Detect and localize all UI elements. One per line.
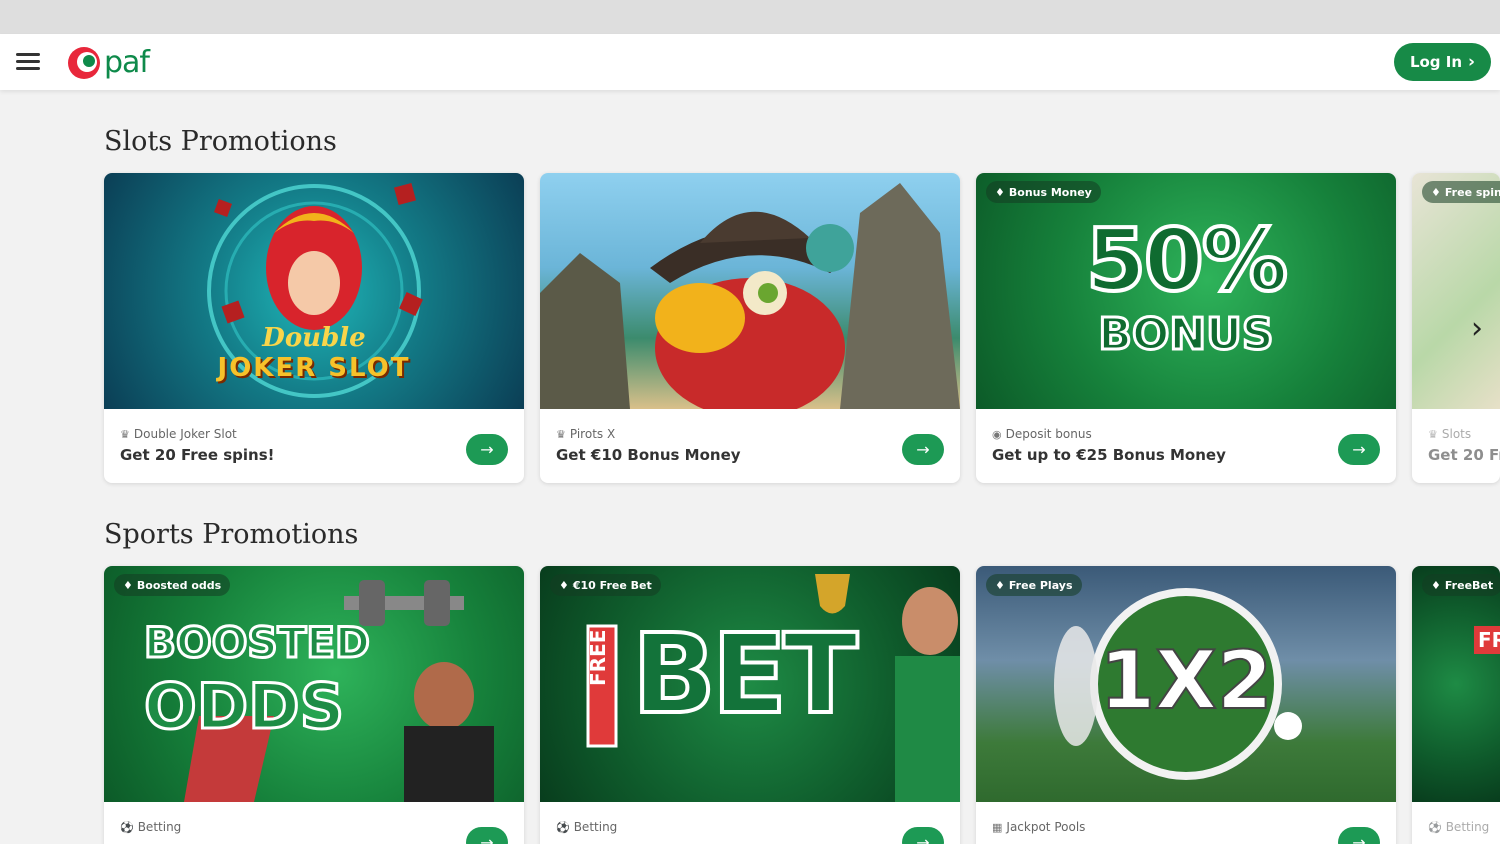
- ball-icon: ⚽: [1428, 820, 1442, 834]
- trophy-icon: ♦: [1431, 185, 1441, 199]
- ball-icon: ⚽: [556, 820, 570, 834]
- image-text-line1: Double: [262, 323, 366, 353]
- promo-image: Double JOKER SLOT: [104, 173, 524, 409]
- promo-card-freebet-partial[interactable]: ♦FreeBet FRE ⚽Betting: [1412, 566, 1500, 844]
- paf-logo-icon: [68, 47, 100, 79]
- image-text-line2: BET: [630, 608, 860, 740]
- section-title-slots: Slots Promotions: [104, 126, 337, 157]
- card-category: Deposit bonus: [1005, 427, 1092, 441]
- image-text-line2: JOKER SLOT: [217, 353, 411, 383]
- chevron-right-icon: ›: [1468, 52, 1476, 72]
- logo-text: paf: [104, 44, 150, 80]
- arrow-right-icon[interactable]: →: [1338, 827, 1380, 844]
- image-text-line1: 1X2: [1098, 633, 1273, 728]
- card-title: Get up to €25 Bonus Money: [992, 446, 1226, 464]
- promo-card-double-joker[interactable]: Double JOKER SLOT ♛ Double Joker Slot Get…: [104, 173, 524, 483]
- promo-image: ♦FreeBet FRE: [1412, 566, 1500, 802]
- promo-card-deposit-bonus[interactable]: ♦ Bonus Money 50% BONUS ◉ Deposit bonus Ge…: [976, 173, 1396, 483]
- card-title: Get 20 Fre: [1428, 446, 1500, 464]
- promo-image: ♦ Bonus Money 50% BONUS: [976, 173, 1396, 409]
- pools-icon: ▦: [992, 820, 1003, 834]
- card-category: Betting: [137, 820, 182, 834]
- image-text-line2: BONUS: [1097, 308, 1275, 362]
- site-header: paf Log In ›: [0, 34, 1500, 90]
- promo-card-jackpot-pools[interactable]: ♦ Free Plays 1X2 ▦ Jackpot Pools →: [976, 566, 1396, 844]
- slot-icon: ♛: [120, 427, 130, 441]
- promo-card-free-bet[interactable]: ♦ €10 Free Bet FREE BET ⚽ Betting →: [540, 566, 960, 844]
- promo-image: [540, 173, 960, 409]
- arrow-right-icon[interactable]: →: [1338, 434, 1380, 465]
- image-text-line1: FREE: [586, 629, 610, 686]
- arrow-right-icon[interactable]: →: [466, 827, 508, 844]
- deposit-icon: ◉: [992, 427, 1002, 441]
- image-text-line1: FRE: [1474, 626, 1500, 654]
- promo-badge: ♦ Bonus Money: [986, 181, 1101, 203]
- image-text-line1: BOOSTED: [143, 617, 372, 669]
- trophy-icon: ♦: [995, 185, 1005, 199]
- card-category: Pirots X: [569, 427, 616, 441]
- arrow-right-icon[interactable]: →: [902, 434, 944, 465]
- promo-image: ♦Free spins: [1412, 173, 1500, 409]
- ball-icon: ⚽: [120, 820, 134, 834]
- promo-image: ♦ €10 Free Bet FREE BET: [540, 566, 960, 802]
- browser-top-strip: [0, 0, 1500, 34]
- login-label: Log In: [1409, 53, 1463, 71]
- promo-image: ♦ Boosted odds BOOSTED ODDS: [104, 566, 524, 802]
- pirate-parrot-artwork: [540, 183, 960, 409]
- slot-icon: ♛: [1428, 427, 1438, 441]
- promo-badge: ♦Free spins: [1422, 181, 1500, 203]
- trophy-icon: ♦: [1431, 578, 1441, 592]
- menu-icon[interactable]: [16, 51, 40, 73]
- paf-logo[interactable]: paf: [62, 42, 172, 82]
- arrow-right-icon[interactable]: →: [902, 827, 944, 844]
- card-category: Jackpot Pools: [1006, 820, 1086, 834]
- image-text-line1: 50%: [1084, 209, 1290, 313]
- card-category: Slots: [1441, 427, 1472, 441]
- section-title-sports: Sports Promotions: [104, 519, 359, 550]
- promo-image: ♦ Free Plays 1X2: [976, 566, 1396, 802]
- slot-icon: ♛: [556, 427, 566, 441]
- image-text-line2: ODDS: [142, 669, 345, 745]
- arrow-right-icon[interactable]: →: [466, 434, 508, 465]
- promo-card-pirots-x[interactable]: ♛ Pirots X Get €10 Bonus Money →: [540, 173, 960, 483]
- card-category: Double Joker Slot: [133, 427, 237, 441]
- card-title: Get €10 Bonus Money: [556, 446, 741, 464]
- card-title: Get 20 Free spins!: [120, 446, 275, 464]
- promo-card-boosted-odds[interactable]: ♦ Boosted odds BOOSTED ODDS ⚽ Betting →: [104, 566, 524, 844]
- promo-badge: ♦ FreeBet: [1422, 574, 1500, 596]
- carousel-next-icon[interactable]: ›: [1462, 310, 1492, 346]
- login-button[interactable]: Log In ›: [1394, 43, 1491, 81]
- card-category: Betting: [573, 820, 618, 834]
- card-category: Betting: [1445, 820, 1490, 834]
